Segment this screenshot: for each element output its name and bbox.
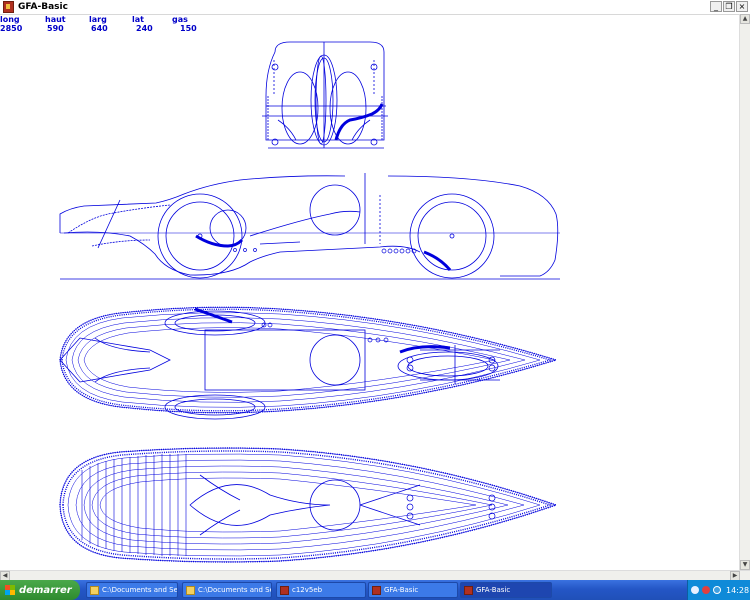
- param-value: 150: [180, 24, 197, 33]
- taskbar-item-label: GFA-Basic: [476, 586, 511, 594]
- window-controls: _ ❐ ×: [710, 1, 748, 12]
- param-label: lat: [132, 15, 144, 24]
- folder-icon: [186, 585, 195, 595]
- taskbar-item[interactable]: C:\Documents and Se...: [86, 582, 178, 598]
- param-value: 2850: [0, 24, 23, 33]
- windows-logo-icon: [5, 585, 15, 595]
- title-bar: GFA-Basic _ ❐ ×: [0, 0, 750, 15]
- taskbar-item[interactable]: c12v5eb: [276, 582, 366, 598]
- taskbar-item-label: C:\Documents and Se...: [198, 586, 271, 594]
- drawing-canvas: [0, 14, 740, 570]
- gfa-app-icon: [3, 1, 14, 13]
- parameter-readout: long 2850 haut 590 larg 640 lat 240 gas …: [0, 15, 260, 37]
- param-label: larg: [89, 15, 107, 24]
- gfa-icon: [280, 585, 289, 595]
- taskbar-item[interactable]: C:\Documents and Se...: [182, 582, 272, 598]
- car-drawing: [59, 41, 560, 563]
- param-label: haut: [45, 15, 66, 24]
- taskbar-item-label: C:\Documents and Se...: [102, 586, 177, 594]
- close-button[interactable]: ×: [736, 1, 748, 12]
- folder-icon: [90, 585, 99, 595]
- taskbar-item-label: GFA-Basic: [384, 586, 419, 594]
- minimize-button[interactable]: _: [710, 1, 722, 12]
- restore-button[interactable]: ❐: [723, 1, 735, 12]
- taskbar-item[interactable]: GFA-Basic: [368, 582, 458, 598]
- help-icon[interactable]: [691, 586, 699, 594]
- param-value: 640: [91, 24, 108, 33]
- scroll-up-arrow-icon[interactable]: ▲: [740, 14, 750, 24]
- front-view: [262, 41, 388, 149]
- vertical-scrollbar[interactable]: ▲ ▼: [739, 14, 750, 570]
- param-label: gas: [172, 15, 188, 24]
- start-label: demarrer: [19, 584, 72, 596]
- start-button[interactable]: demarrer: [0, 580, 80, 600]
- antivirus-icon[interactable]: [702, 586, 710, 594]
- side-view: [59, 173, 560, 280]
- taskbar-item-label: c12v5eb: [292, 586, 323, 594]
- param-value: 590: [47, 24, 64, 33]
- gfa-icon: [464, 585, 473, 595]
- window-title: GFA-Basic: [18, 2, 68, 12]
- gfa-icon: [372, 585, 381, 595]
- clock: 14:28: [726, 585, 750, 595]
- top-view: [59, 306, 559, 420]
- taskbar-item-active[interactable]: GFA-Basic: [460, 582, 552, 598]
- system-tray: 14:28: [687, 580, 750, 600]
- scroll-down-arrow-icon[interactable]: ▼: [740, 560, 750, 570]
- taskbar: demarrer C:\Documents and Se... C:\Docum…: [0, 580, 750, 600]
- bottom-view: [59, 447, 559, 563]
- network-icon[interactable]: [713, 586, 721, 594]
- param-value: 240: [136, 24, 153, 33]
- param-label: long: [0, 15, 20, 24]
